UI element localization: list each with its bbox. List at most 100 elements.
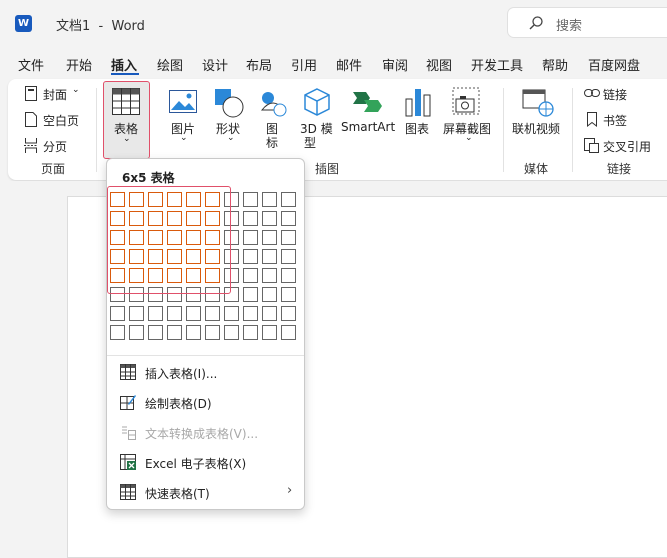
pencil-table-icon: [120, 395, 136, 410]
3d-models-label-line2: 型: [304, 136, 317, 150]
grid-cell[interactable]: [243, 325, 258, 340]
grid-cell[interactable]: [110, 306, 125, 321]
grid-cell[interactable]: [243, 249, 258, 264]
chart-label: 图表: [405, 122, 430, 136]
screenshot-button[interactable]: 屏幕截图 ⌄: [440, 85, 496, 155]
search-placeholder: 搜索: [556, 19, 583, 34]
grid-cell[interactable]: [129, 325, 144, 340]
online-video-button[interactable]: 联机视频: [510, 85, 566, 155]
page-break-button[interactable]: 分页: [24, 137, 84, 155]
cube-icon: [304, 88, 330, 116]
ribbon-separator: [96, 88, 97, 172]
pages-group-label: 页面: [41, 162, 66, 176]
grid-cell[interactable]: [262, 230, 277, 245]
cover-page-button[interactable]: 封面 ⌄: [24, 85, 96, 103]
tab-baidu-netdisk[interactable]: 百度网盘: [588, 55, 640, 74]
blank-page-button[interactable]: 空白页: [24, 111, 84, 129]
icons-button[interactable]: 图 标: [256, 85, 290, 155]
icons-icon: [260, 92, 287, 117]
grid-cell[interactable]: [110, 325, 125, 340]
tab-layout[interactable]: 布局: [246, 55, 272, 74]
table-icon: [112, 88, 140, 115]
grid-cell[interactable]: [243, 192, 258, 207]
tab-draw[interactable]: 绘图: [157, 55, 183, 74]
bookmark-button[interactable]: 书签: [584, 111, 656, 129]
tab-mailings[interactable]: 邮件: [336, 55, 362, 74]
grid-cell[interactable]: [224, 306, 239, 321]
tab-references[interactable]: 引用: [291, 55, 317, 74]
draw-table-menu-item[interactable]: 绘制表格(D): [107, 387, 304, 417]
insert-table-dropdown: 6x5 表格 插入表格(I)... 绘制表格(D) 文本转换成表格(V)... …: [106, 158, 305, 510]
grid-cell[interactable]: [262, 287, 277, 302]
blank-page-icon: [25, 112, 37, 127]
grid-cell[interactable]: [224, 325, 239, 340]
grid-cell[interactable]: [167, 306, 182, 321]
tab-developer[interactable]: 开发工具: [471, 55, 523, 74]
table-button[interactable]: 表格 ⌄: [103, 81, 150, 159]
tab-home[interactable]: 开始: [66, 55, 92, 74]
grid-cell[interactable]: [205, 306, 220, 321]
tab-insert[interactable]: 插入: [111, 55, 137, 74]
cross-reference-button[interactable]: 交叉引用: [584, 137, 660, 155]
bookmark-icon: [587, 112, 597, 127]
grid-icon: [120, 364, 136, 380]
grid-cell[interactable]: [243, 268, 258, 283]
grid-cell[interactable]: [186, 325, 201, 340]
grid-cell[interactable]: [262, 325, 277, 340]
cross-reference-icon: [584, 138, 599, 153]
grid-cell[interactable]: [281, 211, 296, 226]
tab-design[interactable]: 设计: [202, 55, 228, 74]
media-group-label: 媒体: [524, 162, 549, 176]
grid-cell[interactable]: [262, 249, 277, 264]
chart-button[interactable]: 图表: [401, 85, 435, 155]
grid-cell[interactable]: [281, 192, 296, 207]
smartart-button[interactable]: SmartArt: [340, 85, 395, 155]
grid-cell[interactable]: [167, 325, 182, 340]
grid-cell[interactable]: [281, 287, 296, 302]
ribbon-separator: [572, 88, 573, 172]
convert-text-icon: [122, 426, 136, 440]
grid-cell[interactable]: [281, 230, 296, 245]
grid-cell[interactable]: [262, 306, 277, 321]
grid-cell[interactable]: [243, 211, 258, 226]
online-video-icon: [522, 89, 554, 117]
grid-cell[interactable]: [243, 230, 258, 245]
links-group-label: 链接: [607, 162, 632, 176]
grid-cell[interactable]: [148, 306, 163, 321]
shapes-button[interactable]: 形状 ⌄: [210, 85, 250, 155]
grid-cell[interactable]: [186, 306, 201, 321]
grid-cell[interactable]: [205, 325, 220, 340]
grid-cell[interactable]: [243, 306, 258, 321]
tab-review[interactable]: 审阅: [382, 55, 408, 74]
insert-table-label: 插入表格(I)...: [145, 367, 218, 381]
grid-cell[interactable]: [262, 192, 277, 207]
insert-table-menu-item[interactable]: 插入表格(I)...: [107, 357, 304, 387]
grid-cell[interactable]: [281, 325, 296, 340]
excel-spreadsheet-label: Excel 电子表格(X): [145, 457, 247, 471]
3d-models-button[interactable]: 3D 模 型: [298, 85, 336, 155]
grid-cell[interactable]: [129, 306, 144, 321]
tab-help[interactable]: 帮助: [542, 55, 568, 74]
grid-cell[interactable]: [262, 268, 277, 283]
document-title: 文档1 - Word: [56, 19, 145, 34]
screenshot-icon: [452, 87, 480, 115]
search-box[interactable]: 搜索: [507, 7, 667, 38]
chart-icon: [405, 89, 431, 117]
grid-cell[interactable]: [281, 268, 296, 283]
picture-button[interactable]: 图片 ⌄: [163, 85, 203, 155]
chevron-down-icon: ⌄: [227, 133, 235, 143]
word-app-icon: W: [15, 15, 32, 32]
link-button[interactable]: 链接: [584, 85, 656, 103]
quick-tables-menu-item[interactable]: 快速表格(T) ›: [107, 477, 304, 507]
grid-cell[interactable]: [243, 287, 258, 302]
grid-cell[interactable]: [262, 211, 277, 226]
grid-cell[interactable]: [148, 325, 163, 340]
ribbon-separator: [503, 88, 504, 172]
grid-cell[interactable]: [281, 249, 296, 264]
grid-cell[interactable]: [281, 306, 296, 321]
search-icon: [529, 16, 543, 30]
tab-view[interactable]: 视图: [426, 55, 452, 74]
tab-file[interactable]: 文件: [18, 55, 44, 74]
excel-spreadsheet-menu-item[interactable]: Excel 电子表格(X): [107, 447, 304, 477]
excel-icon: [120, 454, 136, 470]
